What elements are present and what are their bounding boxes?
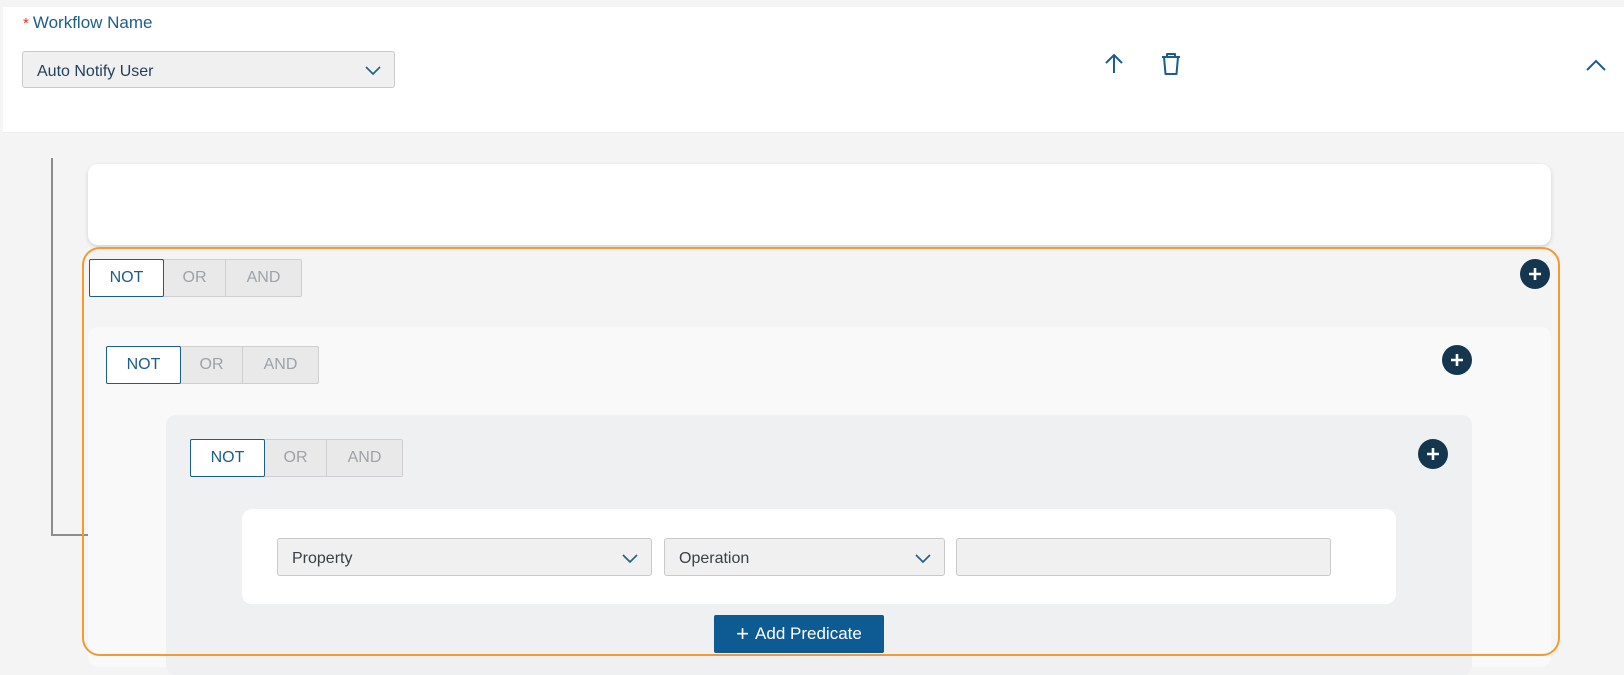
operator-not-button[interactable]: NOT: [89, 259, 164, 297]
operator-toggle-level-2: NOT OR AND: [106, 346, 319, 384]
add-predicate-label: Add Predicate: [755, 624, 862, 643]
workflow-name-select[interactable]: Auto Notify User: [22, 51, 395, 88]
operator-or-button[interactable]: OR: [164, 260, 226, 296]
operator-or-button[interactable]: OR: [181, 347, 243, 383]
add-condition-button-level-2[interactable]: [1442, 345, 1472, 375]
chevron-down-icon: [365, 66, 381, 76]
plus-icon: +: [736, 621, 750, 646]
operator-not-button[interactable]: NOT: [190, 439, 265, 477]
workflow-header: * Workflow Name Auto Notify User: [3, 7, 1624, 133]
operator-or-button[interactable]: OR: [265, 440, 327, 476]
arrow-up-icon[interactable]: [1101, 51, 1127, 77]
tree-connector-vertical: [51, 158, 53, 536]
trash-icon[interactable]: [1158, 51, 1184, 77]
operator-toggle-level-3: NOT OR AND: [190, 439, 403, 477]
required-marker: *: [23, 15, 29, 32]
add-condition-button-level-3[interactable]: [1418, 439, 1448, 469]
operation-placeholder: Operation: [679, 550, 750, 567]
operation-select[interactable]: Operation: [664, 538, 945, 576]
empty-condition-card: [88, 164, 1551, 245]
workflow-name-label: * Workflow Name: [23, 13, 153, 33]
plus-circle-icon: [1529, 268, 1541, 280]
predicate-value-input[interactable]: [956, 538, 1331, 576]
property-select[interactable]: Property: [277, 538, 652, 576]
operator-toggle-level-1: NOT OR AND: [89, 259, 302, 297]
operator-and-button[interactable]: AND: [226, 260, 301, 296]
operator-and-button[interactable]: AND: [327, 440, 402, 476]
add-condition-button-level-1[interactable]: [1520, 259, 1550, 289]
tree-connector-horizontal: [51, 534, 89, 536]
plus-circle-icon: [1451, 354, 1463, 366]
workflow-name-label-text: Workflow Name: [32, 13, 153, 32]
workflow-name-value: Auto Notify User: [37, 63, 154, 80]
add-predicate-button[interactable]: + Add Predicate: [714, 615, 884, 653]
chevron-up-icon[interactable]: [1583, 53, 1609, 79]
property-placeholder: Property: [292, 550, 353, 567]
plus-circle-icon: [1427, 448, 1439, 460]
chevron-down-icon: [915, 554, 931, 564]
operator-not-button[interactable]: NOT: [106, 346, 181, 384]
chevron-down-icon: [622, 554, 638, 564]
operator-and-button[interactable]: AND: [243, 347, 318, 383]
